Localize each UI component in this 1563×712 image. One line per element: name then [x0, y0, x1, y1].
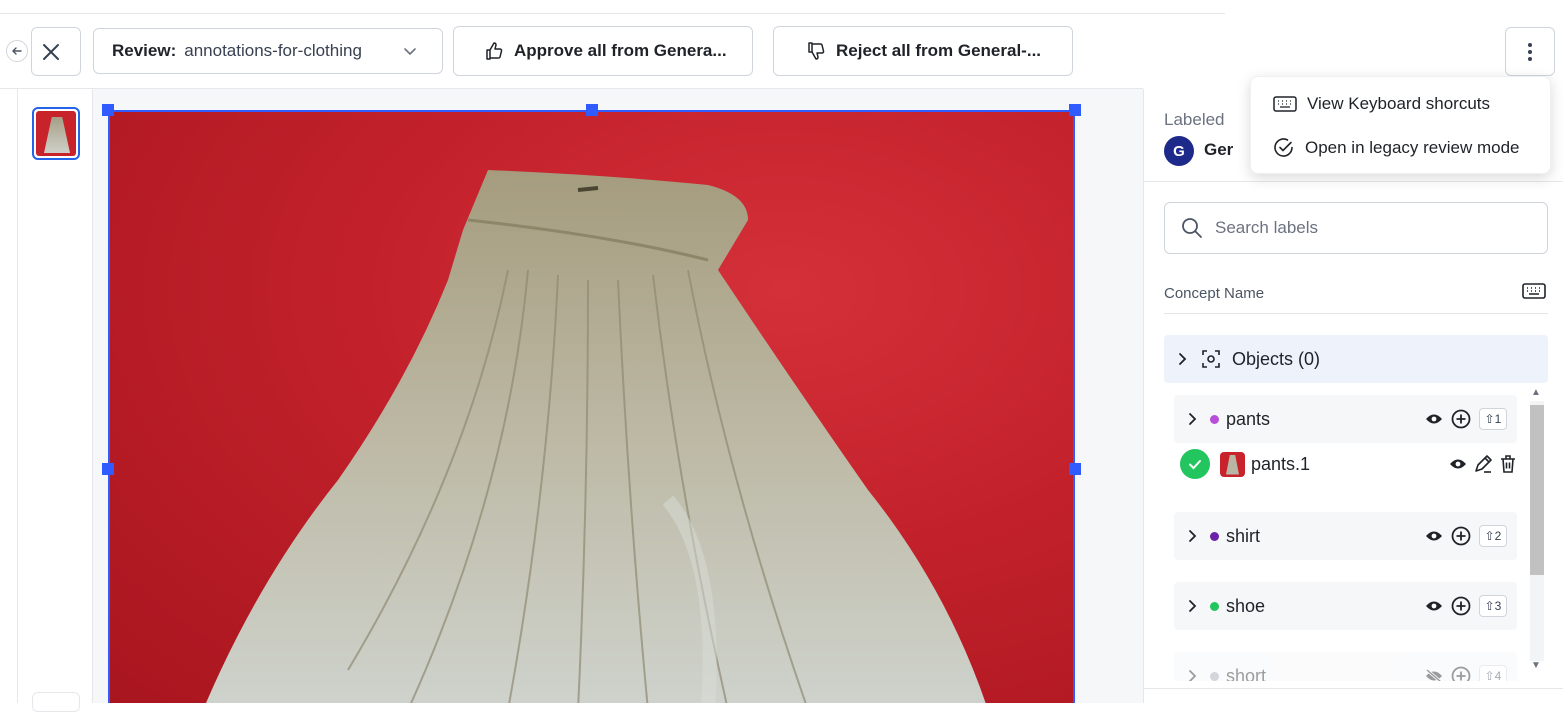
eye-icon[interactable]	[1425, 600, 1443, 612]
panel-divider	[1144, 181, 1563, 182]
header-divider	[1164, 313, 1548, 314]
eye-icon[interactable]	[1425, 413, 1443, 425]
object-detection-icon	[1202, 350, 1220, 368]
concept-color-dot	[1210, 601, 1219, 611]
close-button[interactable]	[31, 27, 81, 76]
approve-all-button[interactable]: Approve all from Genera...	[453, 26, 753, 76]
chevron-right-icon[interactable]	[1188, 529, 1198, 543]
chevron-down-icon	[404, 48, 416, 56]
next-thumbnail[interactable]	[32, 692, 80, 712]
chevron-right-icon[interactable]	[1188, 669, 1198, 681]
hotkey-badge: ⇧2	[1479, 525, 1507, 547]
approve-all-label: Approve all from Genera...	[514, 41, 727, 60]
eye-icon[interactable]	[1425, 530, 1443, 542]
annotation-name: pants.1	[1251, 453, 1311, 474]
menu-item-label: View Keyboard shorcuts	[1307, 94, 1491, 113]
objects-label: Objects (0)	[1232, 348, 1321, 369]
concept-color-dot	[1210, 414, 1219, 424]
search-icon	[1182, 218, 1202, 238]
add-circle-icon[interactable]	[1451, 596, 1471, 616]
concept-list: pants ⇧1 pants.1 shirt ⇧2 shoe ⇧3 short …	[1164, 385, 1548, 681]
input-thumbnail[interactable]	[32, 107, 80, 160]
menu-item-label: Open in legacy review mode	[1305, 138, 1520, 157]
add-circle-icon[interactable]	[1451, 409, 1471, 429]
concept-row-short[interactable]: short ⇧4	[1174, 652, 1517, 681]
concept-name: pants	[1226, 408, 1271, 429]
trash-icon[interactable]	[1499, 454, 1517, 474]
approved-check-icon[interactable]	[1180, 449, 1210, 479]
avatar: G	[1164, 136, 1194, 166]
more-options-button[interactable]	[1505, 27, 1555, 76]
scroll-up-arrow-icon[interactable]: ▲	[1531, 387, 1541, 398]
resize-handle-top-right[interactable]	[1069, 104, 1081, 116]
menu-item-legacy-review[interactable]: Open in legacy review mode	[1273, 137, 1520, 159]
arrow-left-icon	[12, 47, 22, 55]
check-circle-icon	[1274, 138, 1293, 157]
chevron-right-icon	[1179, 353, 1187, 365]
annotation-row-pants-1[interactable]: pants.1	[1174, 443, 1517, 485]
add-circle-icon[interactable]	[1451, 666, 1471, 681]
resize-handle-top[interactable]	[586, 104, 598, 116]
hotkey-badge: ⇧3	[1479, 595, 1507, 617]
search-labels-field[interactable]	[1164, 202, 1548, 254]
keyboard-icon[interactable]	[1522, 283, 1546, 299]
annotation-thumbnail	[1220, 451, 1245, 477]
panel-footer-divider	[1144, 688, 1563, 689]
more-options-menu: View Keyboard shorcuts Open in legacy re…	[1250, 76, 1551, 174]
chevron-right-icon[interactable]	[1188, 412, 1198, 426]
scroll-thumb[interactable]	[1530, 405, 1544, 575]
back-button[interactable]	[6, 40, 28, 62]
menu-item-keyboard-shortcuts[interactable]: View Keyboard shorcuts	[1273, 94, 1490, 114]
concept-name: shoe	[1226, 595, 1266, 616]
labels-panel: Labeled G Ger Concept Name Objects (0) p…	[1143, 89, 1563, 703]
review-value: annotations-for-clothing	[184, 41, 362, 60]
resize-handle-top-left[interactable]	[102, 104, 114, 116]
labeled-by-label: Labeled	[1164, 110, 1225, 129]
thumbnail-rail	[17, 89, 93, 712]
add-circle-icon[interactable]	[1451, 526, 1471, 546]
annotation-canvas[interactable]	[93, 89, 1143, 703]
objects-section[interactable]: Objects (0)	[1164, 335, 1548, 383]
thumbnail-image	[36, 111, 76, 156]
thumbs-down-icon	[808, 42, 825, 60]
concept-name: short	[1226, 665, 1267, 682]
concept-name: shirt	[1226, 525, 1261, 546]
labeler-name: Ger	[1204, 140, 1234, 159]
concept-row-pants[interactable]: pants ⇧1	[1174, 395, 1517, 443]
scroll-down-arrow-icon[interactable]: ▼	[1531, 660, 1541, 671]
concept-color-dot	[1210, 671, 1219, 681]
reject-all-label: Reject all from General-...	[836, 41, 1042, 60]
hotkey-badge: ⇧1	[1479, 408, 1507, 430]
eye-off-icon[interactable]	[1425, 669, 1443, 681]
close-icon	[43, 43, 59, 60]
thumbs-up-icon	[486, 42, 503, 60]
eye-icon[interactable]	[1449, 458, 1467, 470]
search-input[interactable]	[1215, 218, 1535, 238]
chevron-right-icon[interactable]	[1188, 599, 1198, 613]
bounding-box[interactable]	[108, 110, 1075, 703]
concept-list-scrollbar[interactable]: ▲ ▼	[1527, 385, 1547, 675]
concept-row-shirt[interactable]: shirt ⇧2	[1174, 512, 1517, 560]
review-label: Review:	[112, 41, 177, 60]
keyboard-icon	[1273, 96, 1297, 112]
concept-row-shoe[interactable]: shoe ⇧3	[1174, 582, 1517, 630]
resize-handle-left[interactable]	[102, 463, 114, 475]
concept-color-dot	[1210, 531, 1219, 541]
top-divider	[0, 13, 1225, 14]
reject-all-button[interactable]: Reject all from General-...	[773, 26, 1073, 76]
edit-icon[interactable]	[1473, 454, 1493, 474]
review-workflow-select[interactable]: Review: annotations-for-clothing	[93, 28, 443, 74]
more-vertical-icon	[1528, 42, 1532, 61]
concept-name-header: Concept Name	[1164, 285, 1265, 302]
hotkey-badge: ⇧4	[1479, 665, 1507, 681]
resize-handle-right[interactable]	[1069, 463, 1081, 475]
